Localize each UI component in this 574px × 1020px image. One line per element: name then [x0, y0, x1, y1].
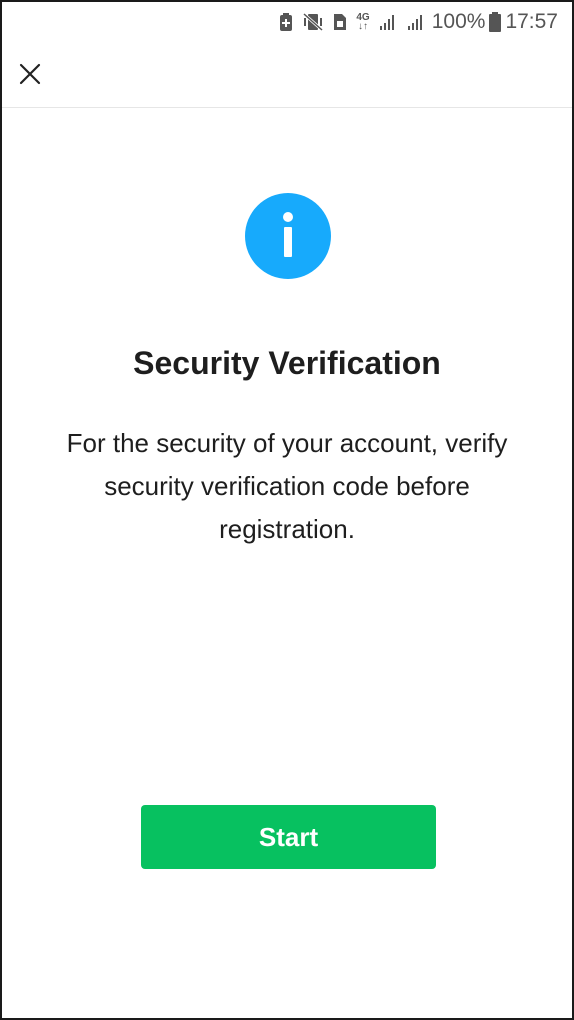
network-4g-icon: 4G ↓↑ [356, 13, 369, 32]
battery-icon [489, 12, 502, 32]
page-title: Security Verification [133, 345, 441, 381]
description-text: For the security of your account, verify… [66, 428, 508, 544]
status-icons: 4G ↓↑ [278, 12, 425, 32]
signal-icon [406, 12, 426, 32]
clock: 17:57 [505, 10, 558, 33]
battery-saver-icon [278, 12, 294, 32]
network-activity-label: ↓↑ [358, 21, 369, 32]
phone-screen: 4G ↓↑ 100% 17:57 Security Verification F… [0, 0, 574, 1020]
signal-icon [378, 12, 398, 32]
info-icon [245, 193, 331, 279]
sim-icon [332, 12, 348, 32]
vibrate-icon [302, 12, 324, 32]
battery-percent: 100% [431, 10, 486, 33]
close-button[interactable] [14, 60, 46, 92]
status-bar: 4G ↓↑ 100% 17:57 [2, 2, 572, 42]
start-button[interactable]: Start [141, 805, 436, 869]
close-icon [19, 63, 41, 90]
header-bar [2, 42, 572, 108]
